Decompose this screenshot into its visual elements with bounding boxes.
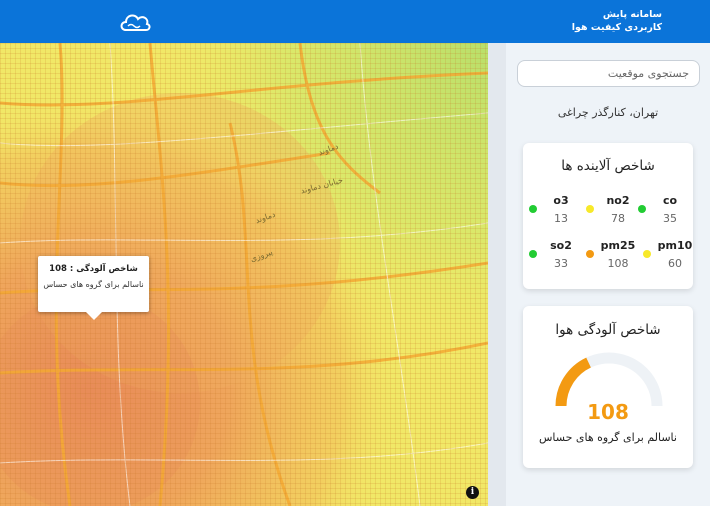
- aqi-value: 108: [587, 400, 629, 424]
- pollutant-o3: o3 13: [529, 194, 579, 230]
- pollutant-no2: no2 78: [586, 194, 636, 230]
- search-input[interactable]: [518, 61, 699, 86]
- pollutant-pm10: pm10 60: [643, 239, 693, 275]
- brand-title[interactable]: سامانه پایش کاربردی کیفیت هوا: [572, 8, 662, 34]
- status-dot: [529, 205, 537, 213]
- pollutant-value: 33: [554, 257, 568, 270]
- pollution-map[interactable]: خیابان دماوند دماوند پیروزی دماوند شاخص …: [0, 43, 488, 506]
- status-dot: [643, 250, 651, 258]
- pollutant-name: pm10: [657, 239, 693, 252]
- pollutant-value: 13: [554, 212, 568, 225]
- panel-divider: [488, 43, 506, 506]
- brand-line-1: سامانه پایش: [602, 9, 662, 20]
- info-icon[interactable]: i: [466, 486, 479, 499]
- pollutant-so2: so2 33: [529, 239, 579, 275]
- pollutants-card: شاخص آلاینده ها co 35 no2 78 o3 13 pm10 …: [523, 143, 693, 289]
- location-search[interactable]: [517, 60, 700, 87]
- status-dot: [529, 250, 537, 258]
- aqi-card: شاخص آلودگی هوا 108 ناسالم برای گروه های…: [523, 306, 693, 468]
- pollutant-name: no2: [606, 194, 630, 207]
- status-dot: [586, 250, 594, 258]
- pollutant-value: 60: [668, 257, 682, 270]
- pollutant-name: pm25: [600, 239, 636, 252]
- pollutant-co: co 35: [638, 194, 688, 230]
- station-name: تهران، کنارگذر چراغی: [557, 106, 659, 119]
- aqi-popup[interactable]: شاخص آلودگی : 108 ناسالم برای گروه های ح…: [38, 256, 149, 320]
- pollutant-value: 78: [611, 212, 625, 225]
- pollutant-name: o3: [553, 194, 569, 207]
- brand-line-2: کاربردی کیفیت هوا: [571, 22, 662, 33]
- pollutant-pm25: pm25 108: [586, 239, 636, 275]
- aqi-title: شاخص آلودگی هوا: [555, 322, 661, 338]
- cloud-icon[interactable]: [118, 9, 152, 35]
- pollutant-name: so2: [550, 239, 572, 252]
- header-bar: سامانه پایش کاربردی کیفیت هوا: [0, 0, 710, 43]
- pollutant-name: co: [662, 194, 678, 207]
- pollutant-value: 35: [663, 212, 677, 225]
- status-dot: [586, 205, 594, 213]
- popup-title: شاخص آلودگی : 108: [49, 264, 138, 274]
- popup-status: ناسالم برای گروه های حساس: [43, 280, 144, 289]
- aqi-status: ناسالم برای گروه های حساس: [539, 431, 677, 444]
- pollutants-title: شاخص آلاینده ها: [561, 158, 655, 174]
- pollutant-value: 108: [607, 257, 629, 270]
- status-dot: [638, 205, 646, 213]
